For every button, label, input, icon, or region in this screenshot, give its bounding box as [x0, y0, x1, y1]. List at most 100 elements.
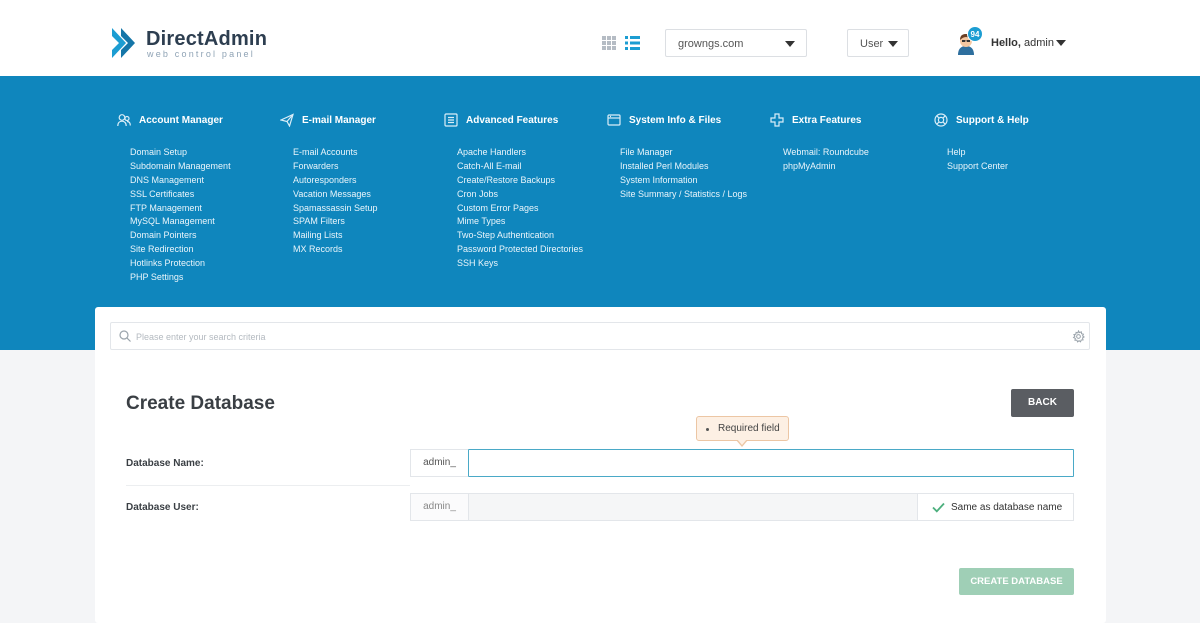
- nav-item-mx-records[interactable]: MX Records: [293, 243, 378, 257]
- nav-list: E-mail Accounts Forwarders Autoresponder…: [280, 146, 378, 257]
- top-header: DirectAdmin web control panel growngs.co…: [0, 0, 1200, 76]
- grid-view-icon[interactable]: [602, 36, 616, 50]
- nav-heading-label: System Info & Files: [629, 114, 722, 126]
- same-as-database-name-checkbox[interactable]: Same as database name: [917, 493, 1074, 521]
- database-name-input[interactable]: [468, 449, 1074, 477]
- checkmark-icon: [932, 502, 945, 513]
- database-user-input[interactable]: [468, 493, 918, 521]
- nav-heading-label: Advanced Features: [466, 114, 559, 126]
- nav-item-ssl-certificates[interactable]: SSL Certificates: [130, 188, 231, 202]
- nav-item-domain-setup[interactable]: Domain Setup: [130, 146, 231, 160]
- nav-heading-label: Account Manager: [139, 114, 223, 126]
- chevron-down-icon[interactable]: [1056, 40, 1066, 46]
- nav-item-mime-types[interactable]: Mime Types: [457, 215, 583, 229]
- nav-item-autoresponders[interactable]: Autoresponders: [293, 174, 378, 188]
- search-bar: [110, 322, 1090, 350]
- database-user-prefix: admin_: [410, 493, 468, 521]
- logo[interactable]: DirectAdmin web control panel: [110, 26, 267, 62]
- nav-item-cron-jobs[interactable]: Cron Jobs: [457, 188, 583, 202]
- tooltip-arrow-fill: [737, 439, 747, 445]
- page-title: Create Database: [126, 393, 275, 414]
- back-button[interactable]: BACK: [1011, 389, 1074, 417]
- nav-heading-label: Extra Features: [792, 114, 862, 126]
- gear-icon[interactable]: [1072, 330, 1085, 343]
- database-name-prefix: admin_: [410, 449, 468, 477]
- field-divider: [126, 485, 410, 486]
- nav-item-installed-perl-modules[interactable]: Installed Perl Modules: [620, 160, 747, 174]
- nav-column-account-manager: Account Manager Domain Setup Subdomain M…: [117, 112, 231, 285]
- username: admin: [1024, 37, 1054, 49]
- nav-item-dns-management[interactable]: DNS Management: [130, 174, 231, 188]
- user-greeting[interactable]: Hello, admin: [991, 37, 1054, 49]
- nav-item-domain-pointers[interactable]: Domain Pointers: [130, 229, 231, 243]
- nav-list: Domain Setup Subdomain Management DNS Ma…: [117, 146, 231, 285]
- nav-heading-email-manager[interactable]: E-mail Manager: [280, 112, 378, 128]
- chevron-down-icon: [785, 41, 795, 47]
- nav-item-webmail-roundcube[interactable]: Webmail: Roundcube: [783, 146, 869, 160]
- users-icon: [117, 114, 131, 127]
- nav-item-php-settings[interactable]: PHP Settings: [130, 271, 231, 285]
- nav-item-apache-handlers[interactable]: Apache Handlers: [457, 146, 583, 160]
- brand-tagline: web control panel: [147, 49, 255, 59]
- logo-mark-icon: [112, 28, 135, 58]
- role-select-value: User: [860, 38, 884, 50]
- nav-heading-advanced-features[interactable]: Advanced Features: [444, 112, 583, 128]
- nav-item-mailing-lists[interactable]: Mailing Lists: [293, 229, 378, 243]
- nav-heading-extra-features[interactable]: Extra Features: [770, 112, 869, 128]
- nav-item-hotlinks-protection[interactable]: Hotlinks Protection: [130, 257, 231, 271]
- nav-item-email-accounts[interactable]: E-mail Accounts: [293, 146, 378, 160]
- nav-column-support-help: Support & Help Help Support Center: [934, 112, 1029, 174]
- nav-item-phpmyadmin[interactable]: phpMyAdmin: [783, 160, 869, 174]
- nav-list: File Manager Installed Perl Modules Syst…: [607, 146, 747, 202]
- list-icon: [444, 113, 458, 127]
- required-field-tooltip: Required field: [696, 416, 789, 441]
- nav-item-spam-filters[interactable]: SPAM Filters: [293, 215, 378, 229]
- domain-select[interactable]: growngs.com: [665, 29, 807, 57]
- nav-item-custom-error-pages[interactable]: Custom Error Pages: [457, 202, 583, 216]
- chevron-down-icon: [888, 41, 898, 47]
- nav-column-system-info: System Info & Files File Manager Install…: [607, 112, 747, 202]
- nav-heading-account-manager[interactable]: Account Manager: [117, 112, 231, 128]
- database-user-label: Database User:: [126, 502, 199, 513]
- nav-item-password-protected-directories[interactable]: Password Protected Directories: [457, 243, 583, 257]
- database-name-label: Database Name:: [126, 458, 204, 469]
- same-as-label: Same as database name: [951, 502, 1063, 513]
- nav-heading-system-info[interactable]: System Info & Files: [607, 112, 747, 128]
- list-view-icon[interactable]: [625, 36, 640, 50]
- nav-item-support-center[interactable]: Support Center: [947, 160, 1029, 174]
- plus-icon: [770, 113, 784, 127]
- paper-plane-icon: [280, 113, 294, 127]
- nav-list: Help Support Center: [934, 146, 1029, 174]
- nav-item-ssh-keys[interactable]: SSH Keys: [457, 257, 583, 271]
- nav-item-two-step-authentication[interactable]: Two-Step Authentication: [457, 229, 583, 243]
- notification-badge[interactable]: 94: [967, 26, 983, 42]
- nav-item-mysql-management[interactable]: MySQL Management: [130, 215, 231, 229]
- brand-name: DirectAdmin: [146, 28, 268, 50]
- nav-item-catch-all-email[interactable]: Catch-All E-mail: [457, 160, 583, 174]
- nav-item-help[interactable]: Help: [947, 146, 1029, 160]
- nav-heading-label: E-mail Manager: [302, 114, 376, 126]
- nav-item-spamassassin-setup[interactable]: Spamassassin Setup: [293, 202, 378, 216]
- nav-column-extra-features: Extra Features Webmail: Roundcube phpMyA…: [770, 112, 869, 174]
- greeting-text: Hello,: [991, 37, 1021, 49]
- nav-item-file-manager[interactable]: File Manager: [620, 146, 747, 160]
- nav-item-system-information[interactable]: System Information: [620, 174, 747, 188]
- nav-item-site-summary[interactable]: Site Summary / Statistics / Logs: [620, 188, 747, 202]
- nav-column-advanced-features: Advanced Features Apache Handlers Catch-…: [444, 112, 583, 271]
- nav-item-vacation-messages[interactable]: Vacation Messages: [293, 188, 378, 202]
- search-icon: [119, 330, 131, 342]
- nav-heading-support-help[interactable]: Support & Help: [934, 112, 1029, 128]
- nav-heading-label: Support & Help: [956, 114, 1029, 126]
- nav-item-ftp-management[interactable]: FTP Management: [130, 202, 231, 216]
- nav-list: Webmail: Roundcube phpMyAdmin: [770, 146, 869, 174]
- nav-item-forwarders[interactable]: Forwarders: [293, 160, 378, 174]
- nav-item-create-restore-backups[interactable]: Create/Restore Backups: [457, 174, 583, 188]
- nav-column-email-manager: E-mail Manager E-mail Accounts Forwarder…: [280, 112, 378, 257]
- window-icon: [607, 114, 621, 126]
- search-input[interactable]: [136, 328, 1056, 346]
- nav-item-subdomain-management[interactable]: Subdomain Management: [130, 160, 231, 174]
- role-select[interactable]: User: [847, 29, 909, 57]
- domain-select-value: growngs.com: [678, 38, 744, 50]
- create-database-button[interactable]: CREATE DATABASE: [959, 568, 1074, 595]
- nav-item-site-redirection[interactable]: Site Redirection: [130, 243, 231, 257]
